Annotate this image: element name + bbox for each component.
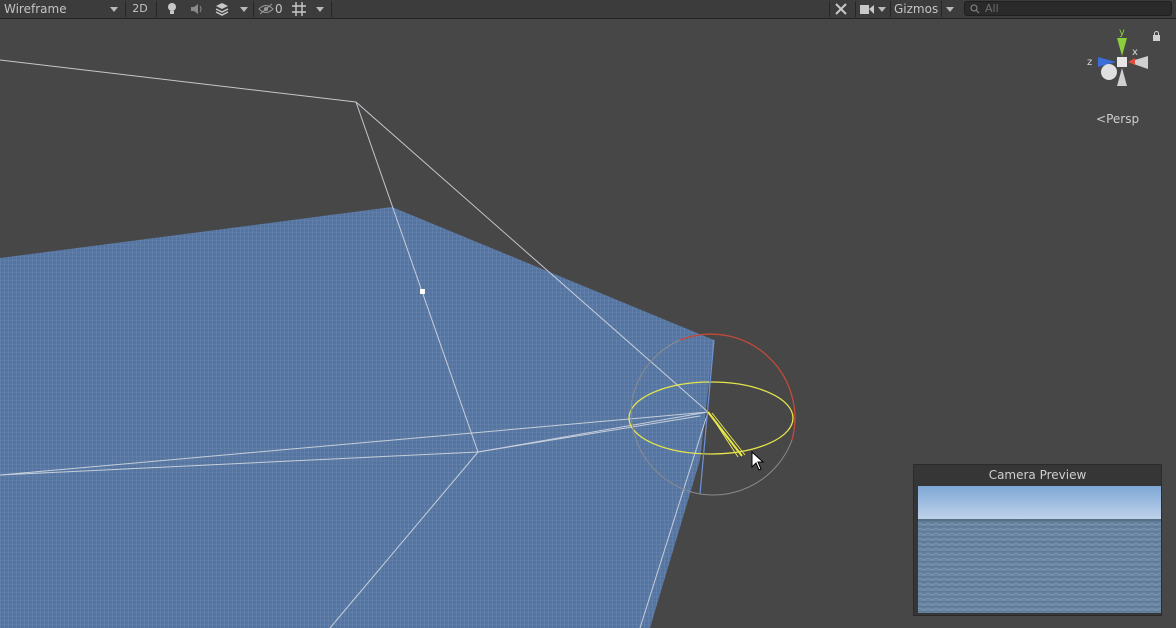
gizmos-label: Gizmos bbox=[894, 2, 939, 16]
layers-icon bbox=[215, 3, 229, 16]
gizmo-z-label: z bbox=[1087, 57, 1092, 68]
audio-toggle[interactable] bbox=[188, 0, 206, 18]
tools-icon bbox=[835, 3, 847, 15]
lighting-toggle[interactable] bbox=[163, 0, 181, 18]
camera-preview-title: Camera Preview bbox=[988, 468, 1087, 482]
angle-icon: < bbox=[1096, 112, 1107, 126]
gizmo-y-label: y bbox=[1119, 27, 1125, 38]
scene-toolbar: Wireframe 2D 0 Gizmos All bbox=[0, 0, 1176, 19]
toggle-2d-button[interactable]: 2D bbox=[128, 0, 152, 18]
neg-y-axis-cone bbox=[1117, 68, 1127, 86]
shading-mode-label: Wireframe bbox=[4, 2, 67, 16]
camera-preview-image bbox=[918, 486, 1161, 613]
hidden-count: 0 bbox=[275, 2, 283, 16]
search-input[interactable]: All bbox=[964, 1, 1172, 16]
y-axis-cone bbox=[1117, 38, 1127, 56]
effects-dropdown[interactable] bbox=[237, 0, 251, 18]
chevron-down-icon bbox=[240, 6, 248, 12]
cursor-icon bbox=[751, 451, 765, 471]
lock-icon[interactable] bbox=[1152, 31, 1161, 41]
eye-slash-icon bbox=[258, 3, 274, 15]
toggle-2d-label: 2D bbox=[132, 2, 148, 15]
lightbulb-icon bbox=[168, 3, 176, 14]
gizmo-center bbox=[1117, 57, 1127, 67]
search-placeholder: All bbox=[985, 2, 999, 15]
camera-settings-dropdown[interactable] bbox=[876, 0, 888, 18]
tools-toggle[interactable] bbox=[832, 0, 850, 18]
grid-toggle[interactable] bbox=[290, 0, 308, 18]
gizmos-dropdown[interactable] bbox=[943, 0, 957, 18]
effects-toggle[interactable] bbox=[212, 0, 232, 18]
x-axis-cone bbox=[1128, 58, 1135, 65]
projection-label: Persp bbox=[1106, 112, 1140, 126]
chevron-down-icon bbox=[316, 6, 324, 12]
pivot-point bbox=[420, 289, 425, 294]
grid-icon bbox=[292, 2, 306, 16]
chevron-down-icon bbox=[110, 7, 118, 12]
gizmos-toggle[interactable]: Gizmos bbox=[894, 0, 940, 18]
orientation-gizmo[interactable]: y x z bbox=[1084, 26, 1160, 104]
shading-mode-dropdown[interactable]: Wireframe bbox=[4, 0, 122, 18]
neg-z-axis-cone bbox=[1101, 64, 1117, 80]
camera-preview-panel: Camera Preview bbox=[913, 464, 1162, 616]
speaker-icon bbox=[191, 4, 202, 14]
gizmo-x-label: x bbox=[1132, 47, 1138, 58]
search-icon bbox=[970, 4, 980, 14]
chevron-down-icon bbox=[946, 6, 954, 12]
hidden-objects-toggle[interactable]: 0 bbox=[258, 0, 286, 18]
projection-toggle[interactable]: <Persp bbox=[1096, 112, 1139, 126]
grid-dropdown[interactable] bbox=[313, 0, 327, 18]
camera-icon bbox=[859, 4, 874, 14]
chevron-down-icon bbox=[878, 6, 886, 12]
camera-settings-button[interactable] bbox=[859, 0, 875, 18]
water-plane-mesh bbox=[0, 207, 714, 628]
